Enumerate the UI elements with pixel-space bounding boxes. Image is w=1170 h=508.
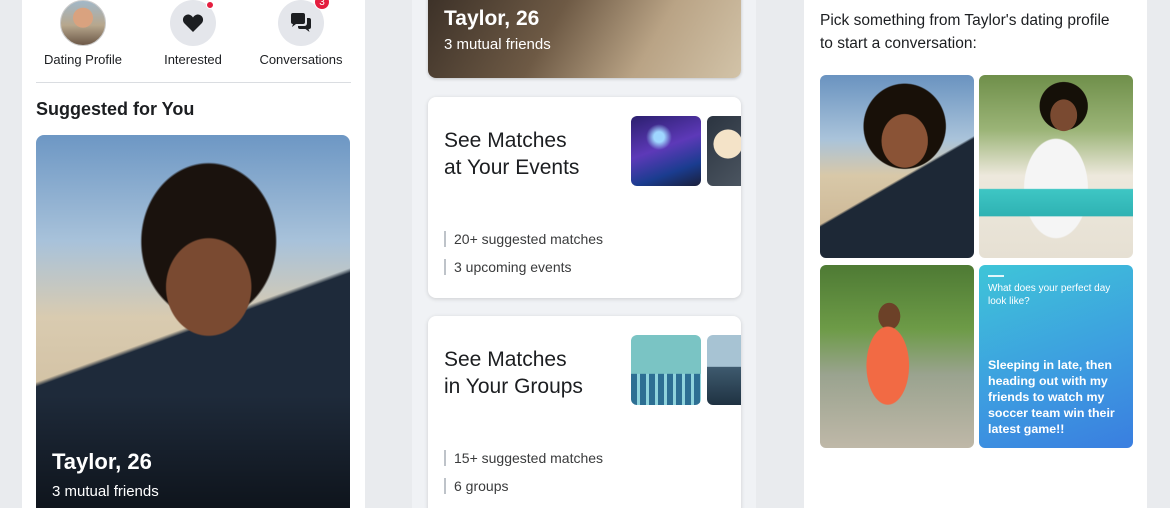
groups-count: 6 groups bbox=[444, 478, 508, 494]
event-thumbnail bbox=[631, 116, 701, 186]
nav-dating-profile[interactable]: Dating Profile bbox=[28, 0, 138, 67]
events-matches-card[interactable]: See Matches at Your Events 20+ suggested… bbox=[428, 97, 741, 298]
profile-photo-tile[interactable] bbox=[820, 75, 974, 258]
groups-matches-card[interactable]: See Matches in Your Groups 15+ suggested… bbox=[428, 316, 741, 508]
profile-photo-tile[interactable] bbox=[820, 265, 974, 448]
profile-card[interactable]: Taylor, 26 3 mutual friends bbox=[36, 135, 350, 508]
nav-label: Dating Profile bbox=[43, 52, 123, 67]
mutual-friends: 3 mutual friends bbox=[444, 36, 551, 53]
card-title: See Matches in Your Groups bbox=[444, 346, 614, 400]
prompt-text: Pick something from Taylor's dating prof… bbox=[820, 12, 1110, 52]
profile-name: Taylor, 26 bbox=[52, 449, 152, 474]
question-answer-tile[interactable]: What does your perfect day look like? Sl… bbox=[979, 265, 1133, 448]
card-title-line: at Your Events bbox=[444, 156, 580, 179]
upcoming-events-count: 3 upcoming events bbox=[444, 259, 572, 275]
group-thumbnail bbox=[631, 335, 701, 405]
group-thumbnail bbox=[707, 335, 741, 405]
conversation-starter-panel: Pick something from Taylor's dating prof… bbox=[804, 0, 1147, 508]
divider bbox=[36, 82, 351, 83]
suggested-matches-count: 15+ suggested matches bbox=[444, 450, 603, 466]
profile-answer: Sleeping in late, then heading out with … bbox=[988, 358, 1115, 436]
event-thumbnail bbox=[707, 116, 741, 186]
mutual-friends: 3 mutual friends bbox=[52, 483, 159, 500]
divider bbox=[988, 275, 1004, 277]
suggested-matches-count: 20+ suggested matches bbox=[444, 231, 603, 247]
suggested-panel: Dating Profile Interested 3 Conversation… bbox=[22, 0, 365, 508]
conversation-count-badge: 3 bbox=[314, 0, 330, 10]
nav-label: Interested bbox=[164, 52, 222, 67]
notification-dot bbox=[206, 1, 214, 9]
dating-nav: Dating Profile Interested 3 Conversation… bbox=[22, 0, 365, 82]
matches-panel: Taylor, 26 3 mutual friends See Matches … bbox=[412, 0, 756, 508]
card-title-line: See Matches bbox=[444, 348, 567, 371]
chat-icon: 3 bbox=[278, 0, 330, 46]
nav-label: Conversations bbox=[259, 52, 343, 67]
nav-conversations[interactable]: 3 Conversations bbox=[246, 0, 356, 67]
section-title: Suggested for You bbox=[36, 99, 195, 119]
card-title-line: in Your Groups bbox=[444, 375, 583, 398]
nav-interested[interactable]: Interested bbox=[138, 0, 248, 67]
profile-question: What does your perfect day look like? bbox=[988, 283, 1111, 307]
profile-card[interactable]: Taylor, 26 3 mutual friends bbox=[428, 0, 741, 78]
avatar bbox=[60, 0, 106, 46]
profile-photo-tile[interactable] bbox=[979, 75, 1133, 258]
profile-name: Taylor, 26 bbox=[444, 7, 540, 30]
heart-icon bbox=[170, 0, 216, 46]
card-title-line: See Matches bbox=[444, 129, 567, 152]
card-title: See Matches at Your Events bbox=[444, 127, 614, 181]
